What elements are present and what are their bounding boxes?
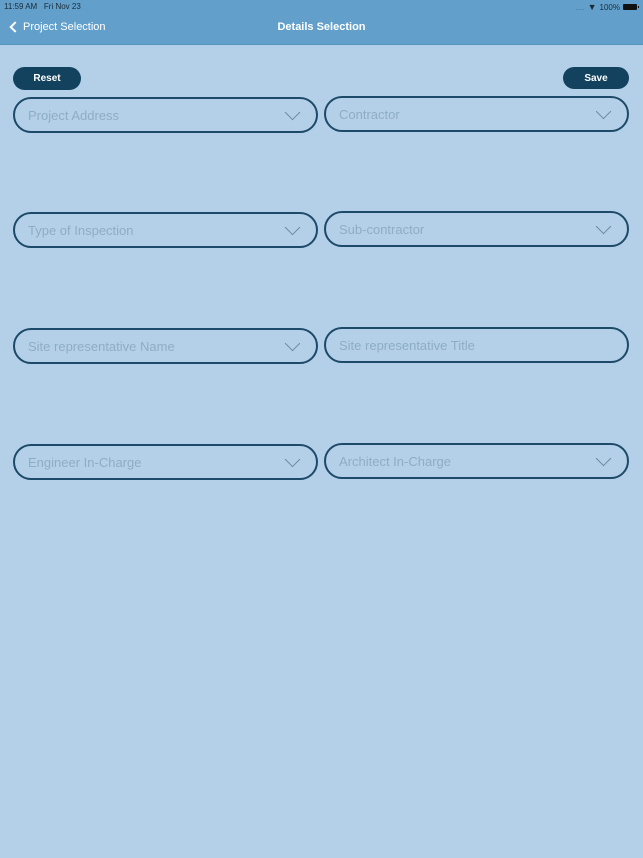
field-placeholder: Engineer In-Charge — [28, 454, 142, 470]
chevron-down-icon — [284, 451, 301, 468]
field-placeholder: Site representative Name — [28, 338, 175, 354]
chevron-down-icon — [284, 219, 301, 236]
engineer-in-charge-dropdown[interactable]: Engineer In-Charge — [13, 444, 318, 480]
status-indicators: .... ▼ 100% — [575, 2, 639, 12]
project-address-dropdown[interactable]: Project Address — [13, 97, 318, 133]
architect-in-charge-dropdown[interactable]: Architect In-Charge — [324, 443, 629, 479]
sub-contractor-dropdown[interactable]: Sub-contractor — [324, 211, 629, 247]
chevron-down-icon — [284, 335, 301, 352]
field-placeholder: Type of Inspection — [28, 222, 134, 238]
type-of-inspection-dropdown[interactable]: Type of Inspection — [13, 212, 318, 248]
site-rep-name-dropdown[interactable]: Site representative Name — [13, 328, 318, 364]
chevron-down-icon — [284, 104, 301, 121]
page-title: Details Selection — [277, 21, 366, 33]
battery-percent: 100% — [599, 2, 620, 12]
signal-icon: .... — [575, 2, 585, 12]
chevron-down-icon — [595, 450, 612, 467]
field-placeholder: Project Address — [28, 107, 120, 123]
status-date: Fri Nov 23 — [43, 2, 81, 11]
reset-button[interactable]: Reset — [13, 67, 81, 90]
navigation-bar: 11:59 AM Fri Nov 23 .... ▼ 100% Project … — [0, 0, 643, 45]
save-button[interactable]: Save — [563, 67, 629, 89]
status-time: 11:59 AM Fri Nov 23 — [4, 2, 81, 11]
chevron-down-icon — [595, 103, 612, 120]
battery-icon — [623, 4, 639, 10]
contractor-dropdown[interactable]: Contractor — [324, 96, 629, 132]
field-placeholder: Contractor — [339, 106, 400, 122]
chevron-down-icon — [595, 218, 612, 235]
site-rep-title-input[interactable]: Site representative Title — [324, 327, 629, 363]
field-placeholder: Site representative Title — [339, 337, 475, 353]
field-placeholder: Sub-contractor — [339, 221, 425, 237]
field-placeholder: Architect In-Charge — [339, 453, 451, 469]
wifi-icon: ▼ — [587, 2, 597, 12]
